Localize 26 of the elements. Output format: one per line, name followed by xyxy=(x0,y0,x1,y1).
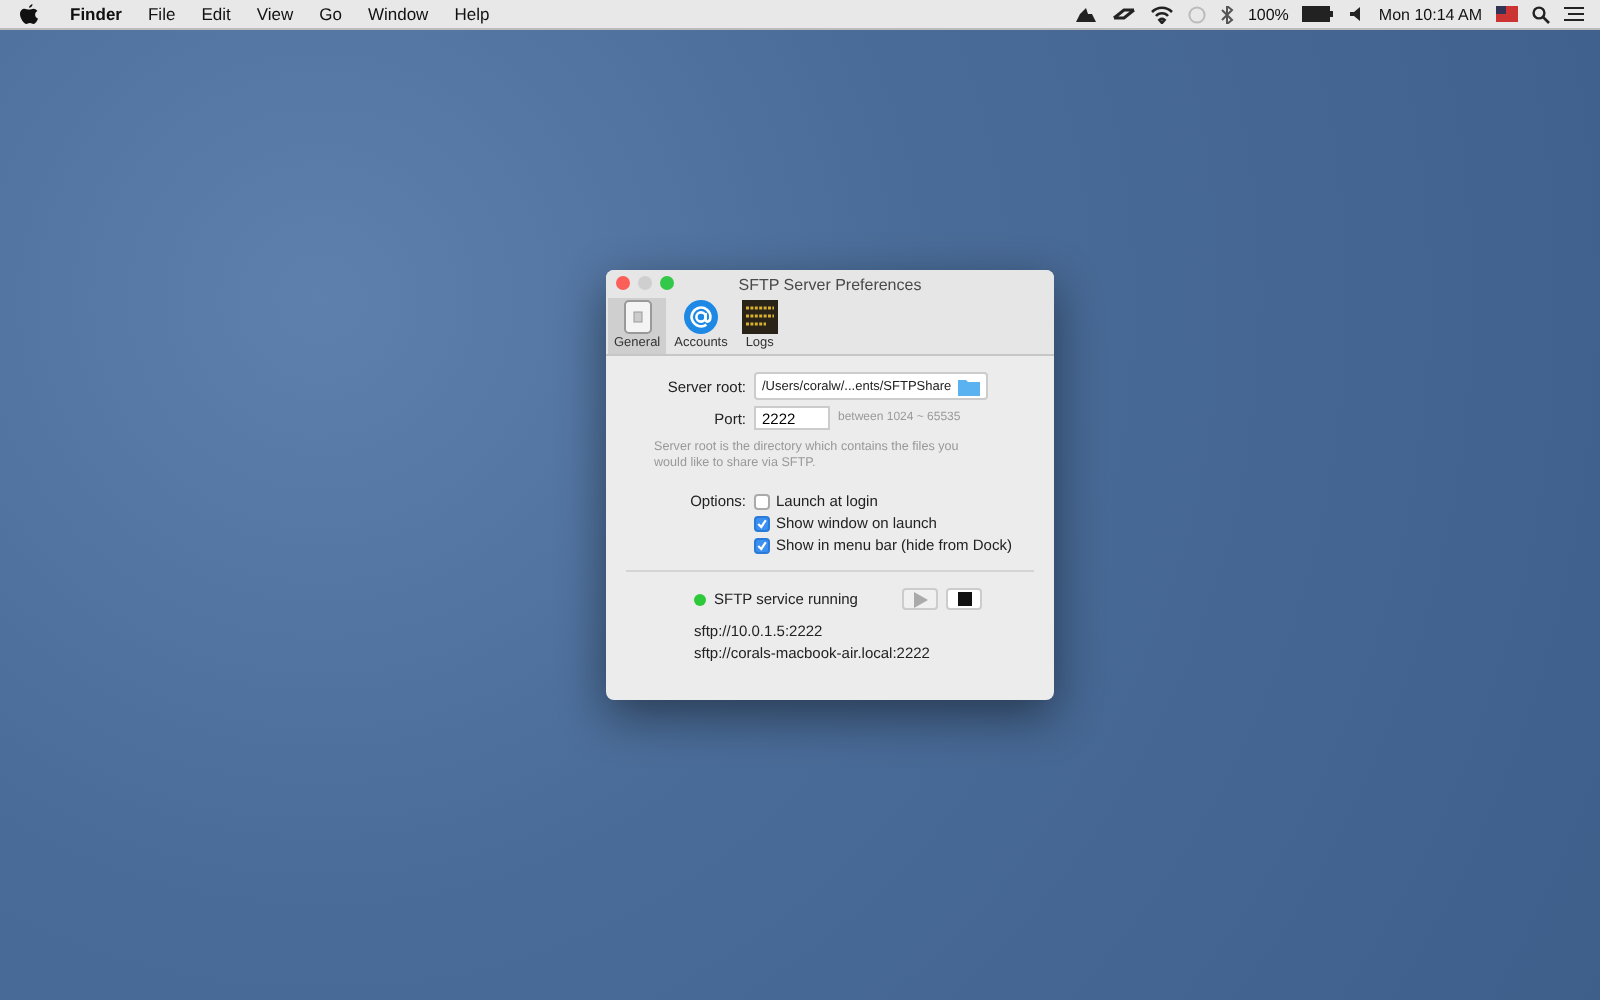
menu-item[interactable]: Edit xyxy=(195,4,237,24)
checkbox[interactable] xyxy=(754,515,770,532)
stop-icon xyxy=(957,592,971,607)
search-icon[interactable] xyxy=(1532,5,1550,23)
bluetooth-icon[interactable] xyxy=(1219,5,1234,23)
menu-item[interactable]: View xyxy=(250,4,300,24)
apple-logo-icon[interactable] xyxy=(20,3,38,25)
menu-item[interactable]: File xyxy=(141,4,182,24)
wifi-icon[interactable] xyxy=(1149,5,1174,23)
menu-item[interactable]: Window xyxy=(361,4,435,24)
stop-button[interactable] xyxy=(946,588,982,611)
menu-item[interactable]: Go xyxy=(313,4,348,24)
battery-percentage: 100% xyxy=(1247,5,1289,23)
menu-item[interactable]: Finder xyxy=(64,4,128,24)
checkbox[interactable] xyxy=(754,493,770,510)
switch-icon xyxy=(623,300,652,334)
window-title: SFTP Server Preferences xyxy=(738,275,922,293)
play-icon xyxy=(913,591,927,608)
checkbox[interactable] xyxy=(754,537,770,554)
menu-item[interactable]: Help xyxy=(448,4,496,24)
battery-icon[interactable] xyxy=(1302,6,1335,22)
clock-text[interactable]: Mon 10:14 AM xyxy=(1378,5,1482,23)
at-sign-icon xyxy=(684,300,718,334)
console-icon xyxy=(741,300,778,334)
volume-icon[interactable] xyxy=(1348,6,1365,22)
menu-icon[interactable] xyxy=(1564,6,1584,22)
